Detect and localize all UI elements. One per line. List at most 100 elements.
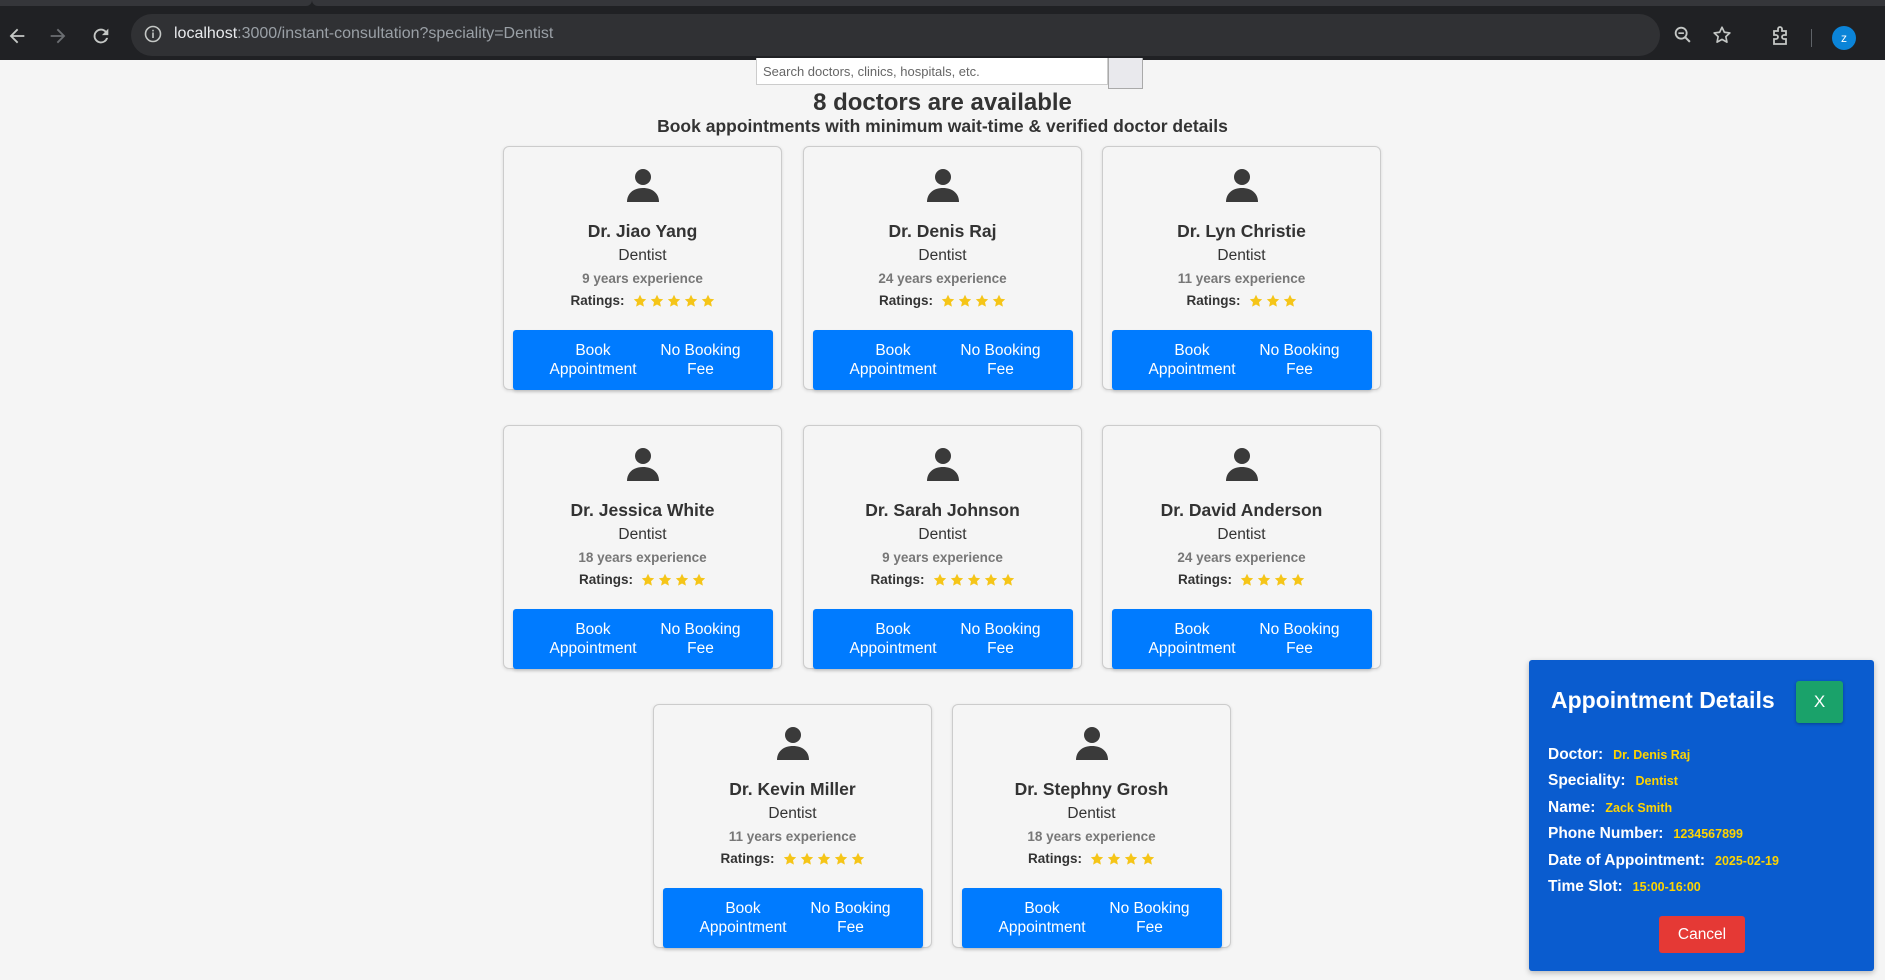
no-fee-label: No Booking Fee (798, 899, 903, 937)
detail-label: Doctor: (1548, 746, 1604, 763)
doctor-card: Dr. David Anderson Dentist 24 years expe… (1102, 425, 1381, 669)
book-label-line1: Book (1024, 900, 1060, 917)
book-appointment-button[interactable]: Book Appointment No Booking Fee (813, 330, 1073, 390)
profile-avatar[interactable]: z (1832, 26, 1856, 50)
star-icon (834, 852, 847, 865)
star-icon (633, 294, 646, 307)
book-label: Book Appointment (688, 899, 798, 937)
book-label-line1: Book (575, 342, 611, 359)
back-icon[interactable] (4, 23, 30, 49)
fee-label-line2: Fee (1286, 361, 1313, 378)
fee-label-line1: No Booking (960, 342, 1041, 359)
star-icon (992, 294, 1006, 307)
detail-value-name: Zack Smith (1605, 801, 1673, 815)
rating-stars (1249, 294, 1297, 308)
star-icon (1283, 294, 1296, 307)
book-appointment-button[interactable]: Book Appointment No Booking Fee (1112, 609, 1372, 669)
star-icon (941, 294, 955, 307)
doctor-experience: 24 years experience (1177, 550, 1306, 565)
doctor-speciality: Dentist (1067, 805, 1116, 822)
zoom-icon[interactable] (1672, 24, 1694, 46)
book-label: Book Appointment (1137, 620, 1247, 658)
star-icon (1141, 852, 1155, 865)
url-text: localhost:3000/instant-consultation?spec… (174, 25, 553, 43)
doctor-experience: 18 years experience (578, 550, 707, 565)
book-appointment-button[interactable]: Book Appointment No Booking Fee (513, 330, 773, 390)
doctor-ratings: Ratings: (804, 572, 1081, 587)
no-fee-label: No Booking Fee (648, 341, 753, 379)
doctor-experience: 18 years experience (1027, 829, 1156, 844)
detail-row-date: Date of Appointment: 2025-02-19 (1548, 852, 1779, 870)
star-icon (984, 573, 997, 586)
doctor-ratings: Ratings: (804, 293, 1081, 308)
fee-label-line1: No Booking (660, 342, 741, 359)
star-icon (1249, 294, 1262, 307)
book-appointment-button[interactable]: Book Appointment No Booking Fee (513, 609, 773, 669)
book-appointment-button[interactable]: Book Appointment No Booking Fee (962, 888, 1222, 948)
detail-row-phone: Phone Number: 1234567899 (1548, 825, 1743, 843)
star-icon (1090, 852, 1104, 865)
fee-label-line2: Fee (687, 640, 714, 657)
ratings-label: Ratings: (720, 851, 775, 866)
rating-stars (783, 852, 865, 866)
detail-value-slot: 15:00-16:00 (1632, 880, 1701, 894)
search-button[interactable] (1108, 58, 1143, 89)
detail-row-speciality: Speciality: Dentist (1548, 772, 1678, 790)
star-icon (1266, 294, 1279, 307)
star-icon (1124, 852, 1138, 865)
detail-row-name: Name: Zack Smith (1548, 799, 1672, 817)
star-icon (658, 573, 672, 586)
tab-background (0, 0, 312, 6)
fee-label-line2: Fee (1286, 640, 1313, 657)
doctor-experience: 11 years experience (728, 829, 857, 844)
doctor-avatar-icon (627, 169, 659, 202)
ratings-label: Ratings: (579, 572, 633, 587)
book-appointment-button[interactable]: Book Appointment No Booking Fee (663, 888, 923, 948)
forward-icon[interactable] (45, 23, 71, 49)
reload-icon[interactable] (88, 23, 114, 49)
ratings-label: Ratings: (570, 293, 625, 308)
doctor-experience: 9 years experience (582, 271, 703, 286)
ratings-label: Ratings: (870, 572, 925, 587)
book-appointment-button[interactable]: Book Appointment No Booking Fee (1112, 330, 1372, 390)
doctor-name: Dr. Sarah Johnson (865, 500, 1020, 520)
book-label: Book Appointment (838, 620, 948, 658)
star-icon (950, 573, 963, 586)
url-path: :3000/instant-consultation?speciality=De… (237, 25, 554, 42)
doctor-ratings: Ratings: (504, 293, 781, 308)
fee-label-line1: No Booking (1109, 900, 1190, 917)
doctor-experience: 11 years experience (1177, 271, 1306, 286)
fee-label-line2: Fee (987, 361, 1014, 378)
doctor-name: Dr. Jiao Yang (587, 221, 698, 241)
bookmark-star-icon[interactable] (1711, 24, 1733, 46)
search-input[interactable] (756, 58, 1108, 85)
doctor-ratings: Ratings: (504, 572, 781, 587)
doctor-card: Dr. Sarah Johnson Dentist 9 years experi… (803, 425, 1082, 669)
address-bar[interactable]: localhost:3000/instant-consultation?spec… (131, 14, 1731, 56)
tab-background (312, 0, 1885, 6)
doctor-speciality: Dentist (918, 526, 967, 543)
star-icon (1001, 573, 1014, 586)
book-appointment-button[interactable]: Book Appointment No Booking Fee (813, 609, 1073, 669)
book-label-line1: Book (725, 900, 761, 917)
star-icon (817, 852, 830, 865)
ratings-label: Ratings: (879, 293, 933, 308)
close-button[interactable]: X (1796, 681, 1843, 723)
detail-label: Phone Number: (1548, 825, 1664, 842)
book-label: Book Appointment (987, 899, 1097, 937)
doctor-card: Dr. Stephny Grosh Dentist 18 years exper… (952, 704, 1231, 948)
rating-stars (633, 294, 715, 308)
fee-label-line1: No Booking (660, 621, 741, 638)
book-label-line1: Book (875, 342, 911, 359)
book-label-line2: Appointment (549, 640, 637, 657)
detail-value-speciality: Dentist (1635, 774, 1678, 788)
rating-stars (641, 573, 706, 587)
star-icon (967, 573, 980, 586)
search-bar (756, 58, 1144, 89)
extensions-icon[interactable] (1769, 24, 1793, 48)
rating-stars (941, 294, 1006, 308)
doctor-card: Dr. Lyn Christie Dentist 11 years experi… (1102, 146, 1381, 390)
site-info-icon[interactable] (143, 24, 163, 44)
doctor-avatar-icon (1226, 448, 1258, 481)
cancel-appointment-button[interactable]: Cancel (1659, 916, 1745, 953)
